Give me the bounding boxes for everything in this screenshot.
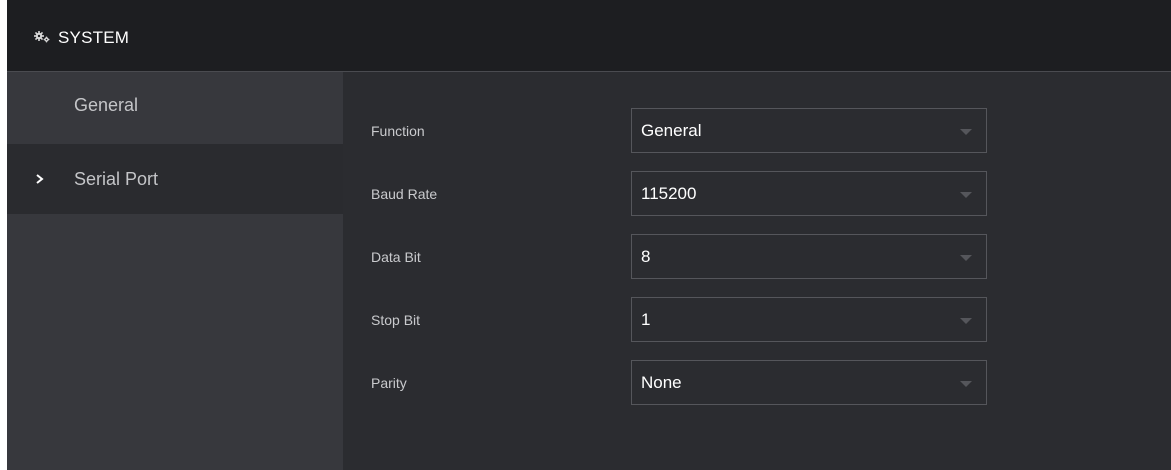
select-value: None <box>641 373 682 392</box>
form-row-baud-rate: Baud Rate 115200 <box>344 171 1171 217</box>
stop-bit-select[interactable]: 1 <box>631 297 987 342</box>
chevron-right-icon <box>36 174 44 184</box>
sidebar-item-serial-port[interactable]: Serial Port <box>7 144 343 214</box>
field-label: Parity <box>371 375 407 391</box>
field-label: Data Bit <box>371 249 421 265</box>
dropdown-arrow-icon <box>960 129 972 135</box>
field-label: Stop Bit <box>371 312 421 328</box>
sidebar-item-label: General <box>74 95 139 115</box>
select-value: 115200 <box>641 184 697 203</box>
baud-rate-select[interactable]: 115200 <box>631 171 987 216</box>
parity-select[interactable]: None <box>631 360 987 405</box>
sidebar-item-label: Serial Port <box>74 169 159 189</box>
function-select[interactable]: General <box>631 108 987 153</box>
field-label: Function <box>371 123 425 139</box>
dropdown-arrow-icon <box>960 192 972 198</box>
dropdown-arrow-icon <box>960 381 972 387</box>
select-value: 8 <box>641 247 651 266</box>
sidebar-item-general[interactable]: General <box>7 72 343 144</box>
select-value: General <box>641 121 702 140</box>
serial-port-form: Function General Baud Rate 115200 Data B… <box>344 72 1171 470</box>
header-bar: SYSTEM <box>7 0 1171 72</box>
select-value: 1 <box>641 310 651 329</box>
system-settings-window: SYSTEM General Serial Port Function Gene… <box>7 0 1171 470</box>
form-row-function: Function General <box>344 108 1171 154</box>
form-row-parity: Parity None <box>344 360 1171 406</box>
gears-icon <box>34 31 50 43</box>
field-label: Baud Rate <box>371 186 438 202</box>
page-title: SYSTEM <box>58 28 130 47</box>
form-row-data-bit: Data Bit 8 <box>344 234 1171 280</box>
dropdown-arrow-icon <box>960 255 972 261</box>
data-bit-select[interactable]: 8 <box>631 234 987 279</box>
form-row-stop-bit: Stop Bit 1 <box>344 297 1171 343</box>
sidebar: General Serial Port <box>7 72 343 470</box>
dropdown-arrow-icon <box>960 318 972 324</box>
